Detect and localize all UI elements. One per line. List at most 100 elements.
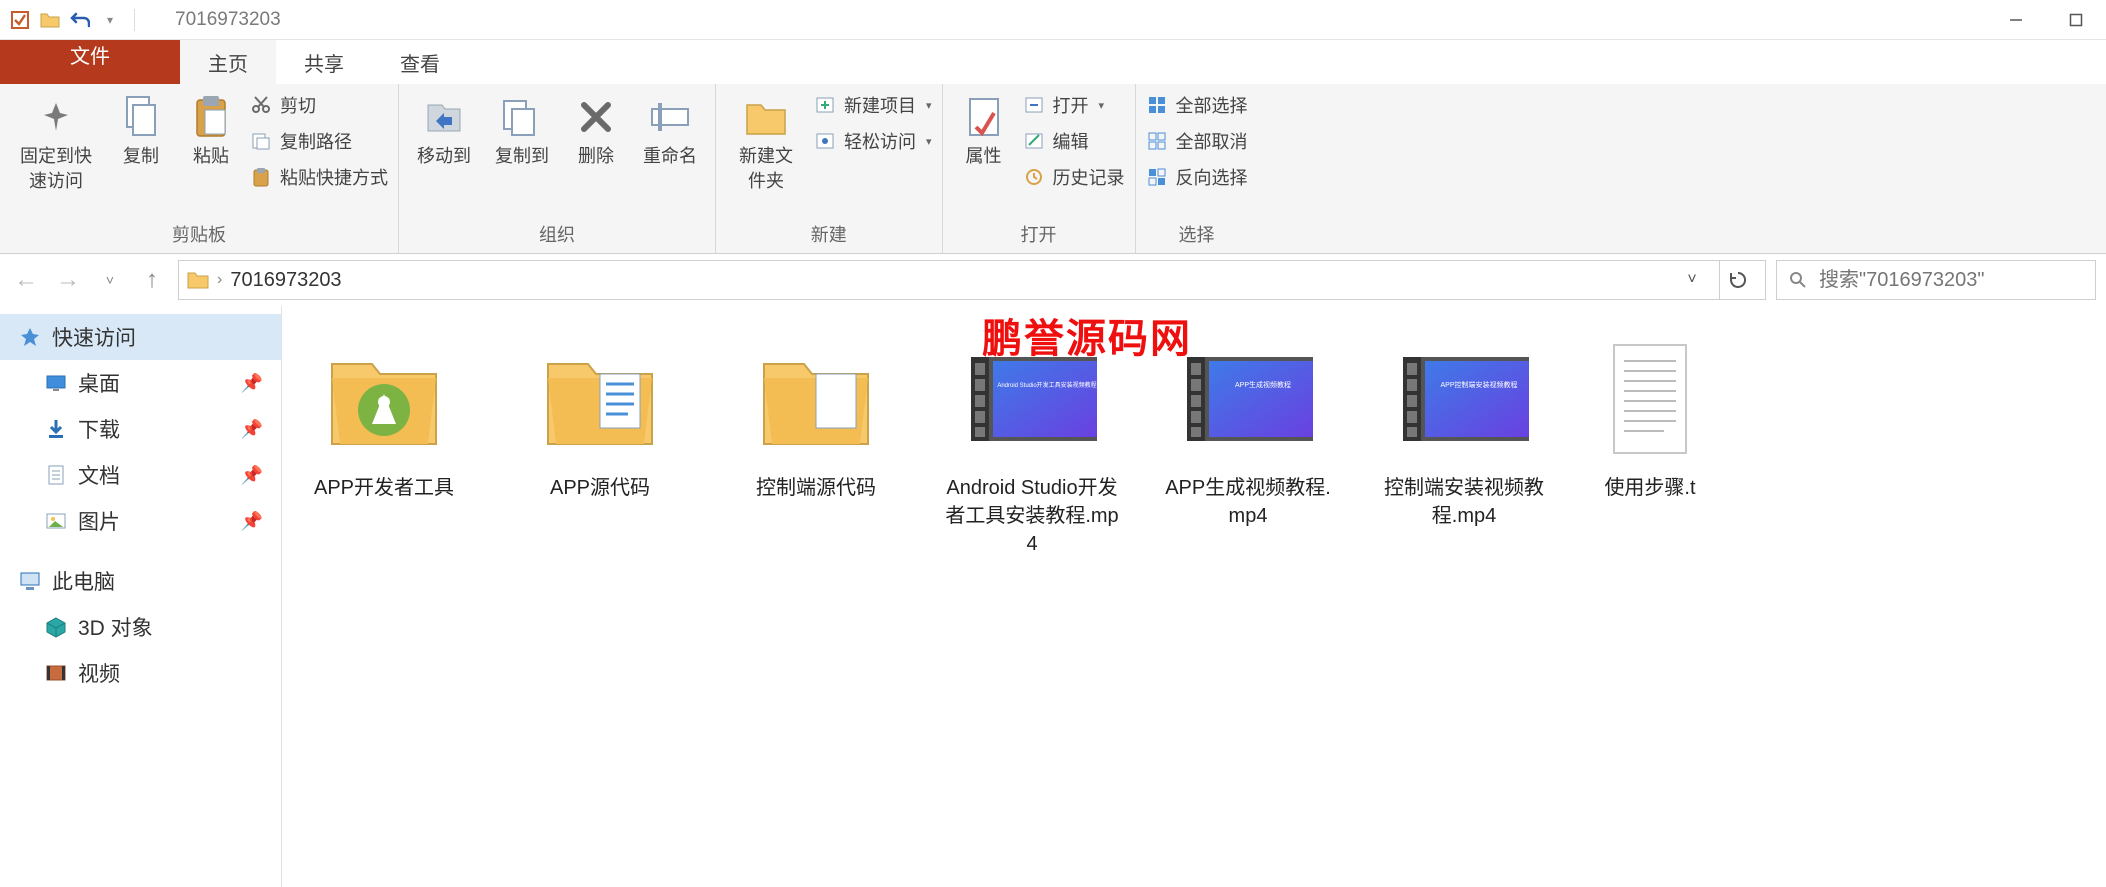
delete-button[interactable]: 删除 — [565, 90, 627, 173]
sidebar-label: 文档 — [78, 460, 120, 490]
search-input[interactable] — [1819, 269, 2084, 292]
copy-path-label: 复制路径 — [280, 128, 352, 154]
minimize-button[interactable] — [1986, 0, 2046, 40]
picture-icon — [44, 509, 68, 533]
group-new-label: 新建 — [726, 217, 932, 251]
select-none-label: 全部取消 — [1176, 128, 1248, 154]
nav-back-button[interactable]: ← — [10, 264, 42, 296]
paste-button[interactable]: 粘贴 — [180, 90, 242, 173]
new-folder-icon — [743, 94, 789, 140]
desktop-icon — [44, 371, 68, 395]
tab-share[interactable]: 共享 — [276, 40, 372, 84]
file-item[interactable]: Android Studio开发工具安装视频教程 Android Studio开… — [942, 334, 1122, 558]
edit-button[interactable]: 编辑 — [1023, 128, 1125, 154]
group-clipboard: 固定到快速访问 复制 粘贴 剪切 复制路径 — [0, 84, 399, 253]
file-name: 控制端源代码 — [756, 474, 876, 502]
edit-icon — [1023, 130, 1045, 152]
delete-x-icon — [573, 94, 619, 140]
sidebar-label: 视频 — [78, 658, 120, 688]
nav-up-button[interactable]: ↑ — [136, 264, 168, 296]
move-to-label: 移动到 — [417, 144, 471, 169]
delete-label: 删除 — [578, 144, 614, 169]
chevron-right-icon[interactable]: › — [217, 271, 222, 289]
file-item[interactable]: APP控制端安装视频教程 控制端安装视频教程.mp4 — [1374, 334, 1554, 530]
undo-icon[interactable] — [70, 10, 90, 30]
easy-access-button[interactable]: 轻松访问▾ — [814, 128, 932, 154]
move-to-button[interactable]: 移动到 — [409, 90, 479, 173]
tab-file[interactable]: 文件 — [0, 40, 180, 84]
file-item[interactable]: APP开发者工具 — [294, 334, 474, 502]
file-item[interactable]: 控制端源代码 — [726, 334, 906, 502]
group-select-label: 选择 — [1146, 217, 1248, 251]
maximize-button[interactable] — [2046, 0, 2106, 40]
paste-shortcut-button[interactable]: 粘贴快捷方式 — [250, 164, 388, 190]
sidebar-this-pc[interactable]: 此电脑 — [0, 558, 281, 604]
new-item-label: 新建项目 — [844, 92, 916, 118]
sidebar-quick-access[interactable]: 快速访问 — [0, 314, 281, 360]
pin-icon: 📌 — [241, 465, 263, 486]
pin-icon — [33, 94, 79, 140]
video-icon: APP生成视频教程 — [1183, 334, 1313, 464]
pin-label: 固定到快速访问 — [18, 144, 94, 194]
invert-selection-button[interactable]: 反向选择 — [1146, 164, 1248, 190]
easy-access-icon — [814, 130, 836, 152]
svg-text:APP生成视频教程: APP生成视频教程 — [1235, 380, 1291, 389]
search-box[interactable] — [1776, 260, 2096, 300]
file-item[interactable]: 使用步骤.t — [1590, 334, 1710, 502]
checkbox-icon[interactable] — [10, 10, 30, 30]
properties-button[interactable]: 属性 — [953, 90, 1015, 173]
qat-dropdown-icon[interactable]: ▾ — [100, 10, 120, 30]
sidebar-label: 3D 对象 — [78, 612, 153, 642]
crumb-current[interactable]: 7016973203 — [230, 269, 341, 292]
nav-forward-button[interactable]: → — [52, 264, 84, 296]
sidebar-downloads[interactable]: 下载 📌 — [0, 406, 281, 452]
ribbon: 固定到快速访问 复制 粘贴 剪切 复制路径 — [0, 84, 2106, 254]
pc-icon — [18, 569, 42, 593]
select-all-label: 全部选择 — [1176, 92, 1248, 118]
folder-icon[interactable] — [40, 10, 60, 30]
sidebar-desktop[interactable]: 桌面 📌 — [0, 360, 281, 406]
refresh-button[interactable] — [1719, 260, 1757, 300]
sidebar-pictures[interactable]: 图片 📌 — [0, 498, 281, 544]
copy-to-button[interactable]: 复制到 — [487, 90, 557, 173]
file-name: 控制端安装视频教程.mp4 — [1374, 474, 1554, 530]
rename-button[interactable]: 重命名 — [635, 90, 705, 173]
history-button[interactable]: 历史记录 — [1023, 164, 1125, 190]
copy-path-button[interactable]: 复制路径 — [250, 128, 388, 154]
select-all-button[interactable]: 全部选择 — [1146, 92, 1248, 118]
content-pane[interactable]: 鹏誉源码网 APP开发者工具 APP源代码 控制端源代码 — [282, 306, 2106, 887]
file-list: APP开发者工具 APP源代码 控制端源代码 Android Studio开发工… — [294, 334, 2094, 558]
properties-label: 属性 — [966, 144, 1002, 169]
folder-docs-icon — [535, 334, 665, 464]
pin-icon: 📌 — [241, 511, 263, 532]
paste-shortcut-label: 粘贴快捷方式 — [280, 164, 388, 190]
tab-view[interactable]: 查看 — [372, 40, 468, 84]
copy-button[interactable]: 复制 — [110, 90, 172, 173]
tab-home[interactable]: 主页 — [180, 40, 276, 84]
new-folder-button[interactable]: 新建文件夹 — [726, 90, 806, 198]
open-button[interactable]: 打开▾ — [1023, 92, 1125, 118]
folder-icon — [187, 270, 209, 290]
open-icon — [1023, 94, 1045, 116]
sidebar-label: 此电脑 — [52, 566, 115, 596]
pin-quick-access-button[interactable]: 固定到快速访问 — [10, 90, 102, 198]
video-icon: APP控制端安装视频教程 — [1399, 334, 1529, 464]
address-dropdown-icon[interactable]: ˅ — [1673, 260, 1711, 300]
breadcrumb[interactable]: › 7016973203 ˅ — [178, 260, 1766, 300]
sidebar-documents[interactable]: 文档 📌 — [0, 452, 281, 498]
sidebar-videos[interactable]: 视频 — [0, 650, 281, 696]
cut-button[interactable]: 剪切 — [250, 92, 388, 118]
copy-to-icon — [499, 94, 545, 140]
navigation-pane: 快速访问 桌面 📌 下载 📌 文档 📌 图片 📌 此电脑 — [0, 306, 282, 887]
file-name: 使用步骤.t — [1604, 474, 1695, 502]
separator — [134, 9, 135, 31]
select-all-icon — [1146, 94, 1168, 116]
nav-recent-dropdown[interactable]: ˅ — [94, 264, 126, 296]
file-item[interactable]: APP源代码 — [510, 334, 690, 502]
new-item-button[interactable]: 新建项目▾ — [814, 92, 932, 118]
invert-icon — [1146, 166, 1168, 188]
sidebar-3d-objects[interactable]: 3D 对象 — [0, 604, 281, 650]
select-none-button[interactable]: 全部取消 — [1146, 128, 1248, 154]
group-organize: 移动到 复制到 删除 重命名 组织 — [399, 84, 716, 253]
star-icon — [18, 325, 42, 349]
